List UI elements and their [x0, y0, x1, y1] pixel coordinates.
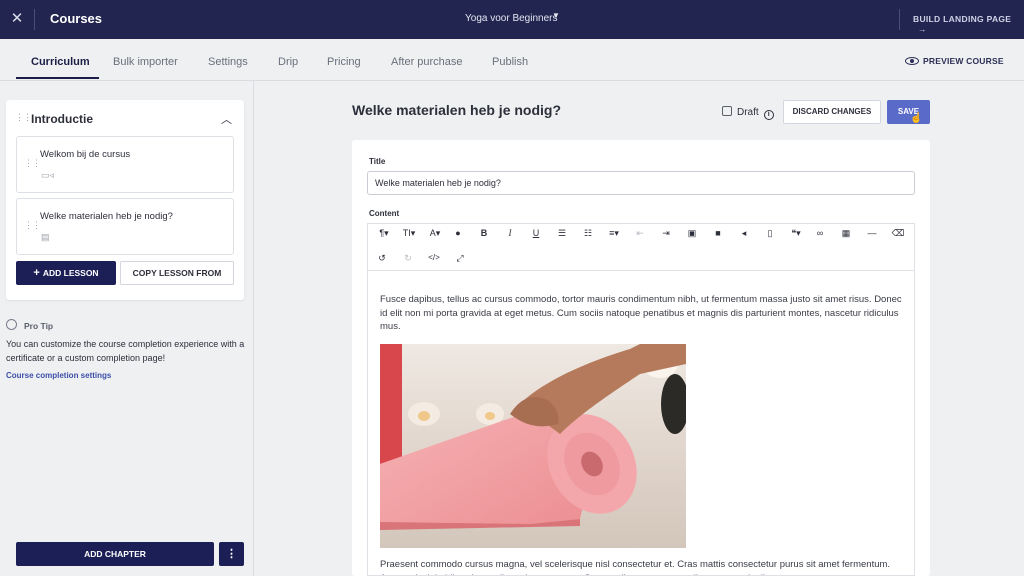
pointer-cursor-icon: ☝: [910, 113, 923, 124]
preview-course-button[interactable]: PREVIEW COURSE: [905, 56, 1004, 66]
fullscreen-icon[interactable]: ⤢: [450, 249, 470, 267]
content-label: Content: [369, 209, 400, 218]
build-landing-page-label: BUILD LANDING PAGE: [913, 14, 1012, 24]
lesson-name: Welke materialen heb je nodig?: [40, 211, 173, 222]
protip-title: Pro Tip: [24, 321, 54, 331]
drag-handle-icon[interactable]: ⋮⋮: [15, 113, 32, 122]
preview-course-label: PREVIEW COURSE: [923, 56, 1004, 66]
course-completion-settings-link[interactable]: Course completion settings: [6, 371, 111, 380]
font-size-icon[interactable]: TI▾: [398, 224, 420, 242]
content-editor[interactable]: Fusce dapibus, tellus ac cursus commodo,…: [367, 270, 915, 576]
title-label: Title: [369, 157, 386, 166]
numbered-list-icon[interactable]: ☷: [578, 224, 598, 242]
content-paragraph: Fusce dapibus, tellus ac cursus commodo,…: [380, 294, 902, 332]
outdent-icon[interactable]: ⇤: [630, 224, 650, 242]
draft-toggle[interactable]: Draft i: [722, 106, 774, 120]
curriculum-sidebar: ⋮⋮ Introductie ︿ ⋮⋮ Welkom bij de cursus…: [0, 81, 254, 576]
drag-handle-icon[interactable]: ⋮⋮: [24, 221, 41, 230]
tab-curriculum[interactable]: Curriculum: [31, 56, 90, 68]
tab-pricing[interactable]: Pricing: [327, 56, 361, 68]
lesson-heading: Welke materialen heb je nodig?: [352, 102, 562, 118]
drag-handle-icon[interactable]: ⋮⋮: [24, 159, 41, 168]
eye-icon: [905, 57, 919, 65]
code-view-icon[interactable]: </>: [424, 249, 444, 267]
copy-lesson-button[interactable]: COPY LESSON FROM: [120, 261, 234, 285]
tabs-bar: Curriculum Bulk importer Settings Drip P…: [0, 39, 1024, 81]
underline-icon[interactable]: U: [526, 224, 546, 242]
video-icon: ▭◃: [41, 170, 55, 180]
table-icon[interactable]: ▦: [836, 224, 856, 242]
align-icon[interactable]: ≡▾: [602, 224, 626, 242]
add-chapter-button[interactable]: ADD CHAPTER: [16, 542, 214, 566]
document-icon: ▤: [41, 232, 50, 242]
arrow-right-icon: →: [918, 24, 927, 34]
text-color-icon[interactable]: ●: [448, 224, 468, 242]
active-tab-indicator: [16, 77, 99, 79]
draft-label: Draft: [737, 107, 759, 118]
add-lesson-button[interactable]: + ADD LESSON: [16, 261, 116, 285]
tab-bulk-importer[interactable]: Bulk importer: [113, 56, 178, 68]
discard-changes-button[interactable]: DISCARD CHANGES: [783, 100, 881, 124]
save-button[interactable]: SAVE: [887, 100, 930, 124]
indent-icon[interactable]: ⇥: [656, 224, 676, 242]
yoga-mat-image: [380, 344, 686, 548]
course-selector[interactable]: Yoga voor Beginners: [465, 13, 557, 24]
tab-publish[interactable]: Publish: [492, 56, 528, 68]
top-bar: ✕ Courses Yoga voor Beginners ▼ BUILD LA…: [0, 0, 1024, 39]
clear-format-icon[interactable]: ⌫: [888, 224, 908, 242]
bullet-list-icon[interactable]: ☰: [552, 224, 572, 242]
undo-icon[interactable]: ↺: [372, 249, 392, 267]
horizontal-line-icon[interactable]: —: [862, 224, 882, 242]
more-options-button[interactable]: ⋮: [219, 542, 244, 566]
image-icon[interactable]: ▣: [682, 224, 702, 242]
close-icon[interactable]: ✕: [9, 9, 25, 29]
italic-icon[interactable]: I: [500, 224, 520, 242]
chapter-title[interactable]: Introductie: [31, 112, 93, 126]
paragraph-format-icon[interactable]: ¶▾: [373, 224, 395, 242]
tab-drip[interactable]: Drip: [278, 56, 298, 68]
page-title: Courses: [50, 11, 103, 26]
quote-icon[interactable]: ❝▾: [784, 224, 808, 242]
title-input[interactable]: Welke materialen heb je nodig?: [367, 171, 915, 195]
lesson-editor: Title Welke materialen heb je nodig? Con…: [352, 140, 930, 576]
chapter-card: ⋮⋮ Introductie ︿ ⋮⋮ Welkom bij de cursus…: [6, 100, 244, 300]
lesson-item[interactable]: ⋮⋮ Welkom bij de cursus ▭◃: [16, 136, 234, 193]
divider: [899, 9, 900, 30]
chevron-up-icon[interactable]: ︿: [221, 111, 232, 127]
add-lesson-label: ADD LESSON: [42, 268, 99, 278]
lesson-name: Welkom bij de cursus: [40, 149, 131, 160]
caret-down-icon[interactable]: ▼: [552, 11, 560, 20]
tab-after-purchase[interactable]: After purchase: [391, 56, 463, 68]
divider: [34, 9, 35, 30]
protip-text: You can customize the course completion …: [6, 339, 245, 363]
link-icon[interactable]: ∞: [810, 224, 830, 242]
tab-settings[interactable]: Settings: [208, 56, 248, 68]
redo-icon[interactable]: ↻: [398, 249, 418, 267]
lightbulb-icon: [6, 319, 17, 330]
plus-icon: +: [33, 267, 40, 279]
bold-icon[interactable]: B: [474, 224, 494, 242]
build-landing-page-button[interactable]: BUILD LANDING PAGE →: [913, 14, 1024, 34]
font-family-icon[interactable]: A▾: [424, 224, 446, 242]
info-icon[interactable]: i: [763, 110, 774, 120]
audio-icon[interactable]: ◂: [734, 224, 754, 242]
rich-text-toolbar: ¶▾ TI▾ A▾ ● B I U ☰ ☷ ≡▾ ⇤ ⇥ ▣ ■ ◂ ▯ ❝▾ …: [367, 223, 915, 270]
file-icon[interactable]: ▯: [760, 224, 780, 242]
content-paragraph: Praesent commodo cursus magna, vel scele…: [380, 559, 891, 575]
lesson-item[interactable]: ⋮⋮ Welke materialen heb je nodig? ▤: [16, 198, 234, 255]
draft-checkbox[interactable]: [722, 106, 732, 116]
video-icon[interactable]: ■: [708, 224, 728, 242]
